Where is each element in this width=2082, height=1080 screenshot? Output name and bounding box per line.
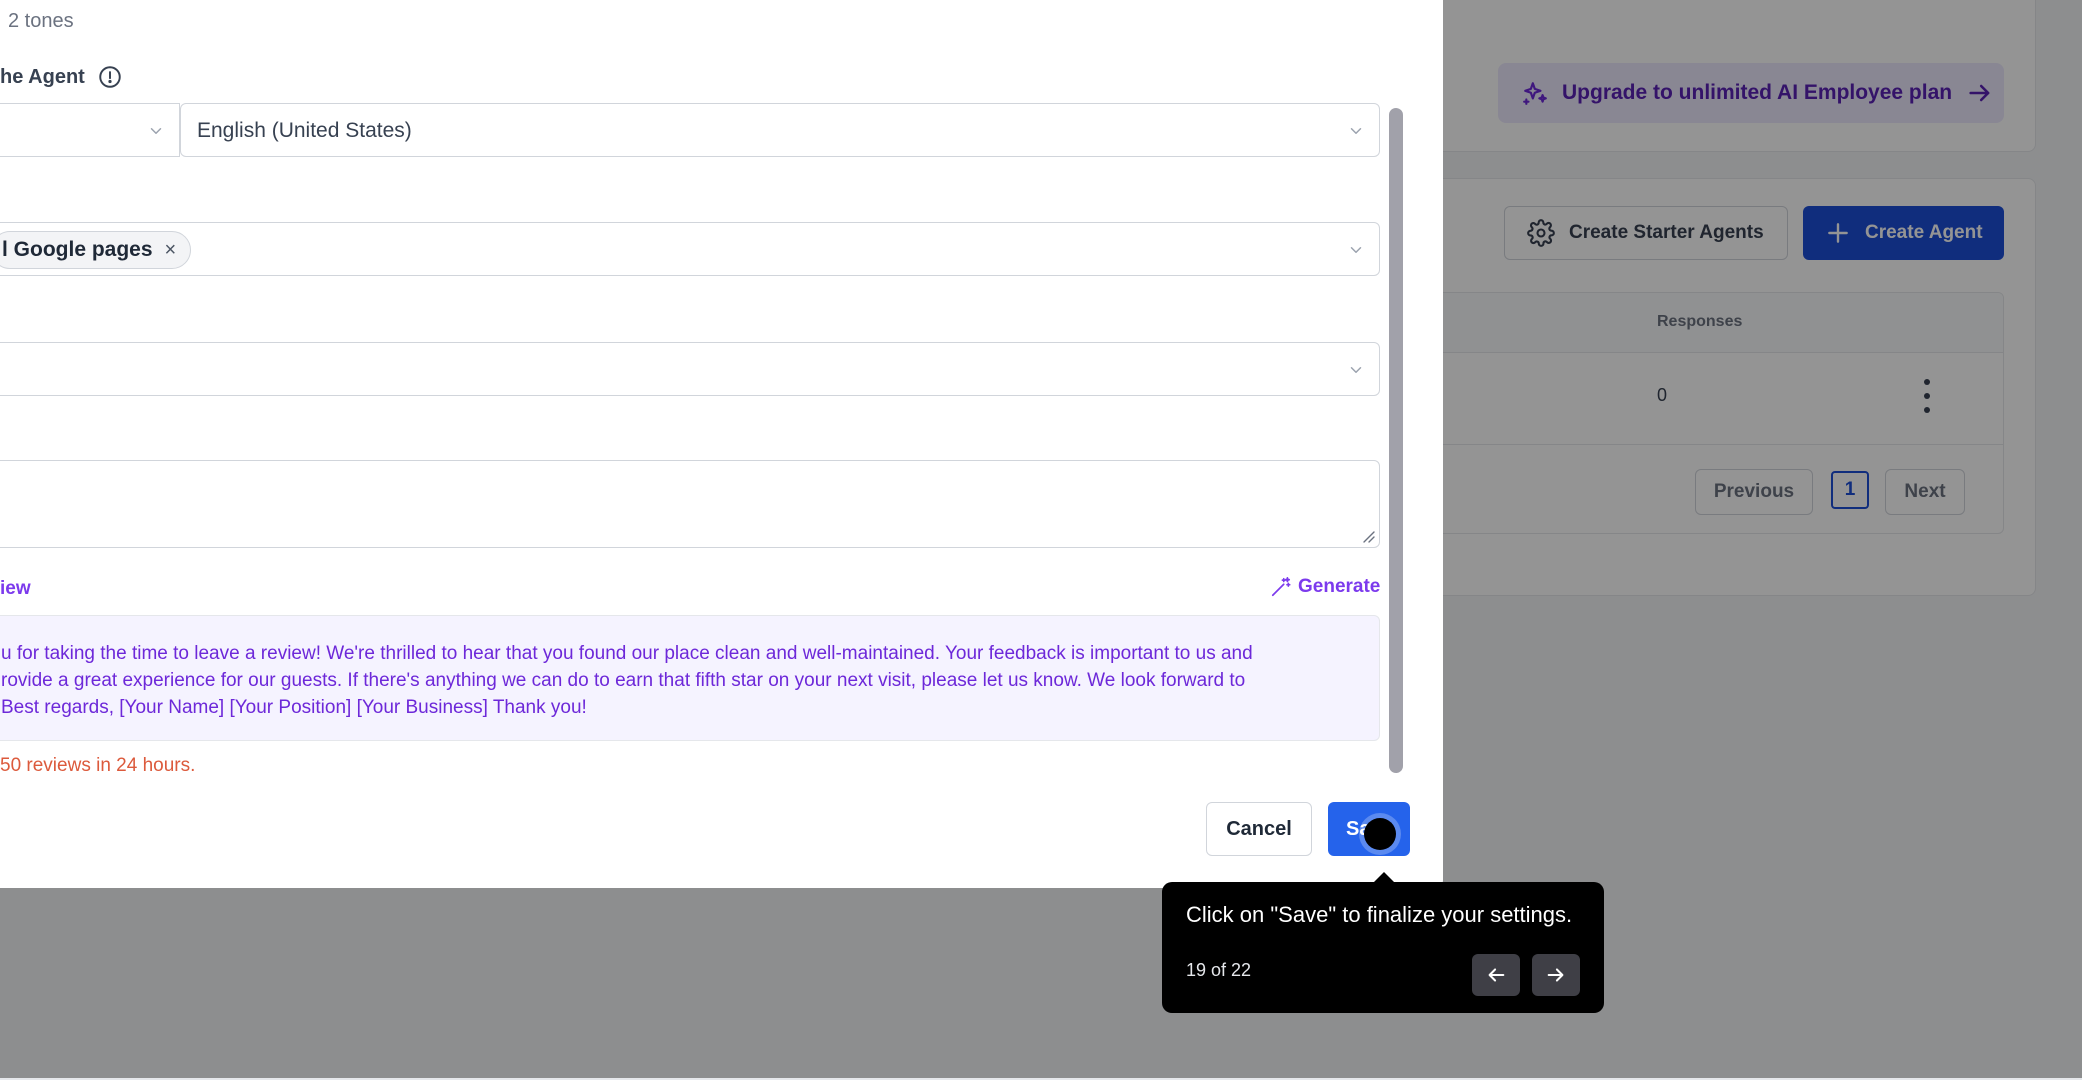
- tones-hint: 2 tones: [8, 10, 74, 32]
- chip-remove-icon[interactable]: ×: [165, 239, 177, 262]
- magic-wand-icon: [1271, 577, 1291, 597]
- language-prefix-select[interactable]: [0, 103, 180, 157]
- option-select[interactable]: [0, 342, 1380, 396]
- chevron-down-icon: [1350, 247, 1362, 253]
- resize-handle-icon[interactable]: [1360, 528, 1376, 544]
- review-limit-note: 50 reviews in 24 hours.: [0, 755, 196, 776]
- generate-label: Generate: [1298, 576, 1381, 597]
- tooltip-step-counter: 19 of 22: [1186, 960, 1252, 980]
- generate-button[interactable]: Generate: [1270, 576, 1380, 598]
- modal-scrollbar-thumb[interactable]: [1389, 108, 1403, 773]
- preview-label: iew: [0, 578, 31, 599]
- language-select-value: English (United States): [197, 119, 412, 142]
- walkthrough-tooltip: Click on "Save" to finalize your setting…: [1162, 882, 1604, 1013]
- preview-line: rovide a great experience for our guests…: [1, 670, 1246, 691]
- chevron-down-icon: [150, 128, 162, 134]
- agent-label-text: he Agent: [0, 65, 85, 88]
- chevron-down-icon: [1350, 128, 1362, 134]
- tooltip-next-button[interactable]: [1532, 954, 1580, 996]
- language-select[interactable]: English (United States): [180, 103, 1380, 157]
- preview-line: u for taking the time to leave a review!…: [1, 643, 1253, 664]
- google-pages-chip-label: l Google pages: [2, 238, 153, 261]
- google-pages-chip: l Google pages ×: [0, 231, 192, 269]
- agent-settings-modal: 2 tones he Agent English (United States)…: [0, 0, 1443, 888]
- tooltip-previous-button[interactable]: [1472, 954, 1520, 996]
- click-indicator: [1364, 818, 1396, 850]
- preview-response-box: u for taking the time to leave a review!…: [0, 615, 1380, 741]
- instructions-textarea[interactable]: [0, 460, 1380, 548]
- preview-line: Best regards, [Your Name] [Your Position…: [1, 697, 587, 718]
- agent-language-label: he Agent: [0, 64, 123, 90]
- arrow-left-icon: [1488, 968, 1505, 982]
- google-pages-select[interactable]: l Google pages ×: [0, 222, 1380, 276]
- tooltip-message: Click on "Save" to finalize your setting…: [1186, 902, 1573, 927]
- cancel-button[interactable]: Cancel: [1206, 802, 1312, 856]
- chevron-down-icon: [1350, 367, 1362, 373]
- arrow-right-icon: [1547, 968, 1564, 982]
- info-icon[interactable]: [97, 64, 123, 90]
